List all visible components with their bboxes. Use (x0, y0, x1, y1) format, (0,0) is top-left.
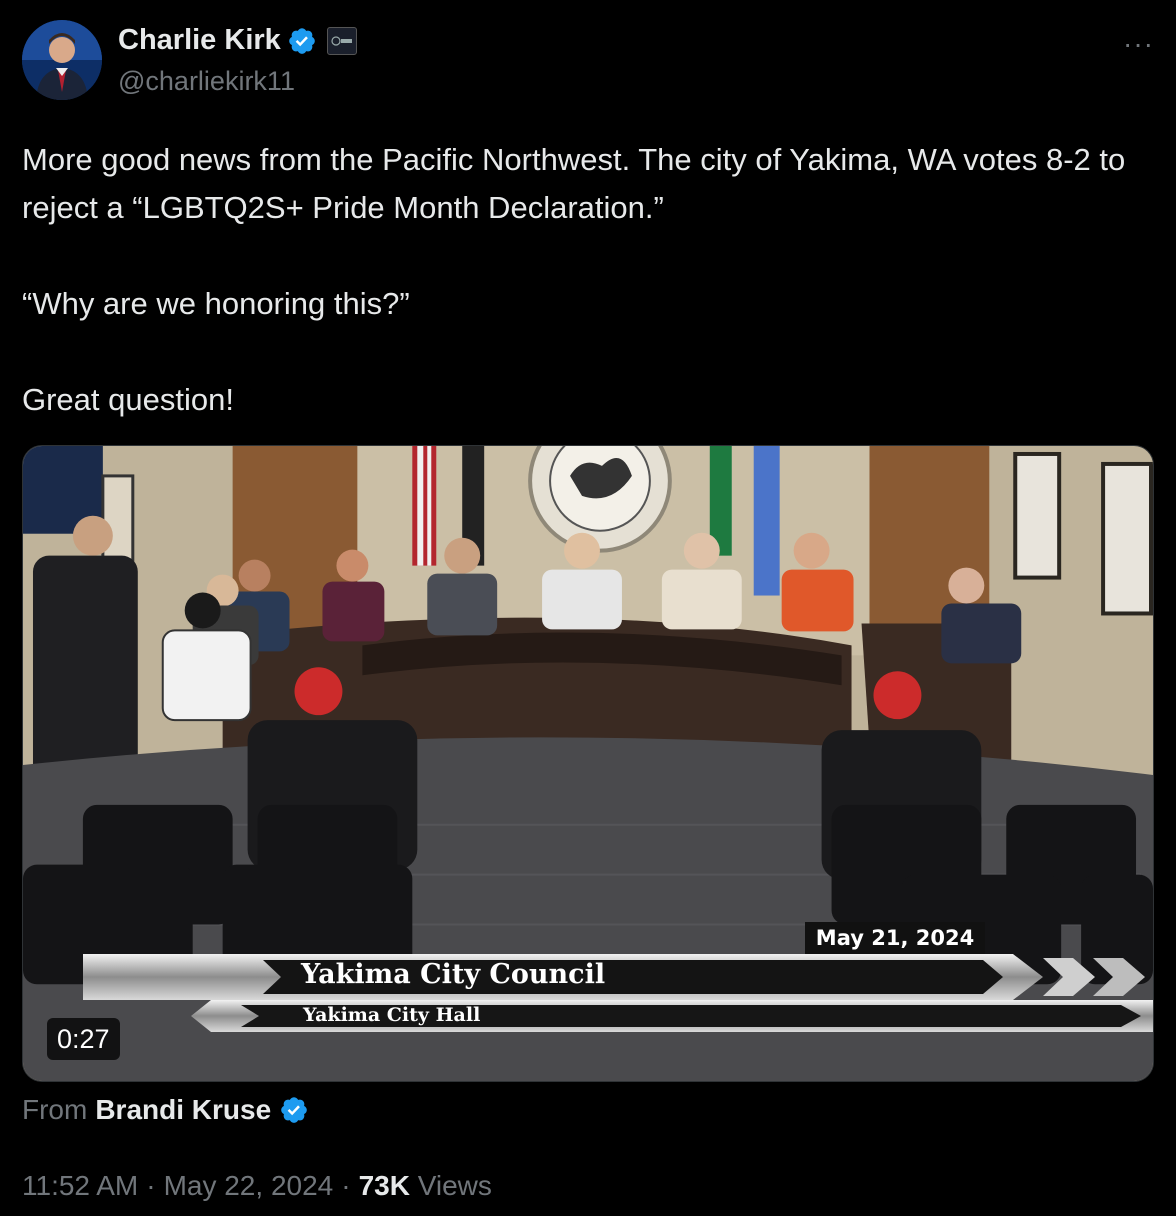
display-name[interactable]: Charlie Kirk (118, 24, 281, 57)
lower-third-bar (83, 954, 1145, 1000)
video-duration-badge: 0:27 (47, 1018, 120, 1060)
media-attribution: From Brandi Kruse (22, 1094, 309, 1126)
avatar-image (22, 20, 102, 100)
separator: · (146, 1170, 156, 1201)
verified-badge-icon[interactable] (287, 26, 317, 56)
source-account-link[interactable]: Brandi Kruse (95, 1094, 271, 1126)
from-label: From (22, 1094, 88, 1125)
video-player[interactable]: May 21, 2024 Yakima City Council Yakima … (22, 445, 1154, 1082)
city-flag (753, 446, 780, 596)
separator: · (341, 1170, 351, 1201)
verified-badge-icon (281, 1097, 307, 1123)
tweet-text: More good news from the Pacific Northwes… (22, 142, 1126, 417)
tweet-metadata: 11:52 AM · May 22, 2024 · 73K Views (22, 1170, 492, 1202)
tweet-time[interactable]: 11:52 AM (22, 1170, 138, 1202)
avatar[interactable] (22, 20, 102, 100)
overlay-title: Yakima City Council (301, 959, 606, 990)
handle[interactable]: @charliekirk11 (118, 66, 295, 97)
name-row: Charlie Kirk (118, 24, 357, 57)
views-label: Views (417, 1170, 492, 1201)
affiliation-badge-icon[interactable] (326, 26, 357, 55)
tweet-date[interactable]: May 22, 2024 (164, 1170, 334, 1202)
more-options-icon[interactable]: ··· (1123, 28, 1154, 60)
us-flag (412, 446, 437, 566)
tpusa-logo-icon (331, 35, 352, 46)
overlay-date: May 21, 2024 (805, 922, 985, 954)
tweet-header: Charlie Kirk @charliekirk11 ··· (22, 20, 1156, 102)
overlay-subtitle: Yakima City Hall (303, 1004, 481, 1026)
views-count: 73K (358, 1170, 410, 1201)
